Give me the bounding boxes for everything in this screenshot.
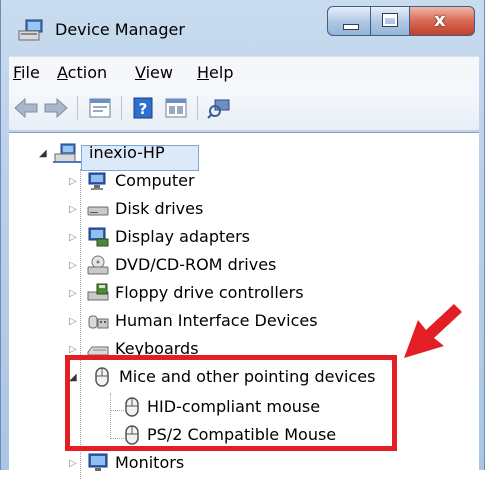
tree-item-label: PS/2 Compatible Mouse: [147, 425, 337, 444]
expand-arrow-icon[interactable]: ▷: [69, 288, 77, 299]
tree-item[interactable]: ▷ Keyboards: [9, 335, 409, 363]
expand-arrow-icon[interactable]: ▷: [69, 204, 77, 215]
tree-item-label: Keyboards: [115, 339, 199, 358]
tree-child-item[interactable]: PS/2 Compatible Mouse: [9, 421, 409, 449]
maximize-button[interactable]: [370, 6, 410, 36]
monitor-icon: [88, 453, 108, 471]
hid-icon: [88, 315, 109, 329]
toolbar: ?: [9, 86, 479, 131]
expand-arrow-icon[interactable]: ▷: [69, 260, 77, 271]
toolbar-separator: [197, 96, 198, 120]
tree-item[interactable]: ▷ Disk drives: [9, 195, 409, 223]
tree-item[interactable]: ▷ Computer: [9, 167, 409, 195]
tree-item[interactable]: ▷ Display adapters: [9, 223, 409, 251]
tree-item-label: Mice and other pointing devices: [119, 367, 376, 386]
view-icon[interactable]: [163, 96, 189, 120]
close-icon: x: [434, 10, 446, 31]
collapse-arrow-icon[interactable]: ◢: [69, 372, 77, 383]
keyboard-icon: [87, 346, 109, 356]
minimize-icon: [343, 24, 359, 30]
caption-buttons: x: [327, 6, 477, 38]
tree-item-label: Disk drives: [115, 199, 204, 218]
menu-view[interactable]: View: [135, 63, 173, 82]
back-arrow-icon[interactable]: [13, 96, 39, 120]
red-arrow-icon: [404, 304, 462, 358]
dvd-drive-icon: [87, 255, 109, 275]
tree-item-label: Human Interface Devices: [115, 311, 318, 330]
device-manager-window: Device Manager x File Action View Help ?…: [0, 0, 485, 479]
forward-arrow-icon[interactable]: [43, 96, 69, 120]
help-icon[interactable]: ?: [131, 96, 157, 120]
mouse-icon: [125, 425, 139, 445]
tree-item[interactable]: ▷ Monitors: [9, 449, 409, 477]
mouse-icon: [95, 367, 109, 387]
svg-text:?: ?: [139, 100, 148, 118]
floppy-controller-icon: [87, 283, 109, 301]
properties-icon[interactable]: [87, 96, 113, 120]
tree-item-label: Display adapters: [115, 227, 251, 246]
menu-action[interactable]: Action: [57, 63, 107, 82]
collapse-arrow-icon[interactable]: ◢: [39, 148, 47, 159]
display-adapter-icon: [88, 227, 109, 247]
computer-icon: [88, 172, 106, 190]
tree-root[interactable]: ◢ inexio-HP: [9, 139, 309, 171]
tree-item[interactable]: ▷ DVD/CD-ROM drives: [9, 251, 409, 279]
expand-arrow-icon[interactable]: ▷: [69, 316, 77, 327]
tree-item-label: Computer: [115, 171, 195, 190]
minimize-button[interactable]: [327, 6, 371, 36]
disk-drive-icon: [87, 206, 109, 216]
menu-file[interactable]: File: [13, 63, 40, 82]
mouse-icon: [125, 397, 139, 417]
expand-arrow-icon[interactable]: ▷: [69, 176, 77, 187]
tree-item[interactable]: ▷ Floppy drive controllers: [9, 279, 409, 307]
menu-bar: File Action View Help: [9, 56, 479, 87]
tree-item[interactable]: ▷ Human Interface Devices: [9, 307, 409, 335]
tree-item-label: DVD/CD-ROM drives: [115, 255, 277, 274]
expand-arrow-icon[interactable]: ▷: [69, 458, 77, 469]
tree-item-label: Monitors: [115, 453, 185, 472]
tree-root-label: inexio-HP: [89, 143, 165, 162]
toolbar-separator: [121, 96, 122, 120]
tree-item-label: HID-compliant mouse: [147, 397, 321, 416]
tree-child-item[interactable]: HID-compliant mouse: [9, 393, 409, 421]
computer-network-icon: [53, 143, 81, 163]
device-manager-icon: [18, 19, 43, 41]
maximize-icon: [382, 13, 398, 27]
scan-hardware-icon[interactable]: [207, 96, 233, 120]
menu-help[interactable]: Help: [197, 63, 233, 82]
title-bar[interactable]: Device Manager x: [1, 0, 485, 50]
tree-item-mice[interactable]: ◢ Mice and other pointing devices: [9, 363, 409, 391]
tree-item-label: Floppy drive controllers: [115, 283, 304, 302]
close-button[interactable]: x: [409, 6, 475, 36]
expand-arrow-icon[interactable]: ▷: [69, 232, 77, 243]
expand-arrow-icon[interactable]: ▷: [69, 344, 77, 355]
toolbar-separator: [77, 96, 78, 120]
window-title: Device Manager: [55, 20, 185, 39]
